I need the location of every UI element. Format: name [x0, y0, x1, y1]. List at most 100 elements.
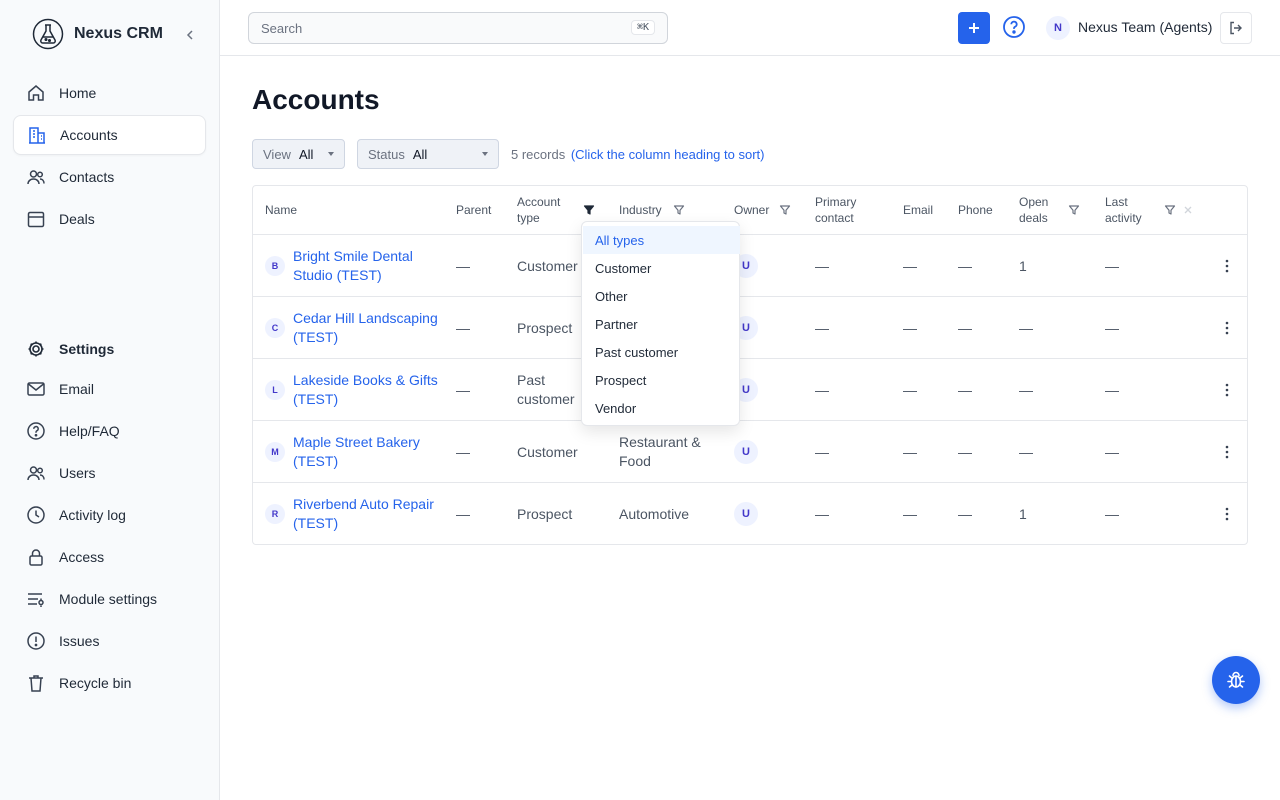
filter-icon[interactable] [1164, 204, 1176, 216]
records-info: 5 records (Click the column heading to s… [511, 147, 764, 162]
accounts-table: Name Parent Account type Industry Owner … [252, 185, 1248, 545]
caret-down-icon [328, 152, 334, 156]
records-count: 5 records [511, 147, 566, 162]
dropdown-option-other[interactable]: Other [583, 282, 740, 310]
help-icon [27, 422, 45, 440]
col-parent[interactable]: Parent [456, 186, 491, 234]
help-icon[interactable] [1002, 15, 1026, 39]
filter-icon[interactable] [779, 204, 791, 216]
add-button[interactable] [958, 12, 990, 44]
sidebar-item-deals[interactable]: Deals [13, 199, 206, 239]
cell-primary-contact: — [815, 505, 829, 522]
status-filter[interactable]: Status All [357, 139, 499, 169]
col-email[interactable]: Email [903, 186, 933, 234]
cell-primary-contact: — [815, 257, 829, 274]
sidebar-item-label: Activity log [59, 507, 126, 523]
page-title: Accounts [252, 84, 380, 115]
cell-industry: Automotive [619, 505, 690, 522]
cell-primary-contact: — [815, 319, 829, 336]
clear-filters-icon[interactable] [1182, 204, 1194, 216]
cell-last-activity: — [1105, 319, 1119, 336]
user-avatar[interactable]: N [1046, 16, 1070, 40]
cell-email: — [903, 381, 917, 398]
sidebar: Nexus CRM Home Accounts Contacts Deals S… [0, 0, 220, 800]
dropdown-option-vendor[interactable]: Vendor [583, 394, 740, 422]
dropdown-option-partner[interactable]: Partner [583, 310, 740, 338]
sidebar-item-label: Module settings [59, 591, 158, 607]
account-name-link[interactable]: Lakeside Books & Gifts (TEST) [293, 359, 443, 421]
col-open-deals[interactable]: Open deals [1019, 186, 1063, 234]
cell-phone: — [958, 257, 972, 274]
mail-icon [27, 382, 45, 396]
sidebar-item-contacts[interactable]: Contacts [13, 157, 206, 197]
col-phone[interactable]: Phone [958, 186, 993, 234]
table-row[interactable]: B Bright Smile Dental Studio (TEST) — Cu… [253, 235, 1247, 297]
bug-icon [1227, 671, 1245, 688]
flask-logo-icon [32, 18, 64, 50]
sliders-icon [28, 593, 44, 607]
search-box[interactable]: ⌘K [248, 12, 668, 44]
col-last-activity[interactable]: Last activity [1105, 186, 1155, 234]
table-row[interactable]: R Riverbend Auto Repair (TEST) — Prospec… [253, 483, 1247, 545]
row-menu-icon[interactable] [1219, 382, 1235, 398]
building-icon [29, 127, 45, 144]
sidebar-item-issues[interactable]: Issues [13, 621, 206, 661]
alert-icon [27, 632, 45, 650]
sidebar-item-activity-log[interactable]: Activity log [13, 495, 206, 535]
table-row[interactable]: C Cedar Hill Landscaping (TEST) — Prospe… [253, 297, 1247, 359]
account-name-link[interactable]: Riverbend Auto Repair (TEST) [293, 483, 443, 545]
filter-active-icon[interactable] [583, 204, 595, 216]
cell-primary-contact: — [815, 443, 829, 460]
sidebar-item-settings[interactable]: Settings [13, 329, 206, 369]
account-name-link[interactable]: Bright Smile Dental Studio (TEST) [293, 235, 443, 297]
col-name[interactable]: Name [265, 186, 297, 234]
table-row[interactable]: L Lakeside Books & Gifts (TEST) — Past c… [253, 359, 1247, 421]
user-name[interactable]: Nexus Team (Agents) [1078, 19, 1212, 35]
filter-icon[interactable] [673, 204, 685, 216]
sidebar-item-home[interactable]: Home [13, 73, 206, 113]
col-account-type[interactable]: Account type [517, 186, 579, 234]
filter-icon[interactable] [1068, 204, 1080, 216]
logout-button[interactable] [1220, 12, 1252, 44]
table-row[interactable]: M Maple Street Bakery (TEST) — Customer … [253, 421, 1247, 483]
brand[interactable]: Nexus CRM [32, 18, 163, 50]
dropdown-option-all-types[interactable]: All types [583, 226, 740, 254]
sidebar-item-accounts[interactable]: Accounts [13, 115, 206, 155]
row-menu-icon[interactable] [1219, 258, 1235, 274]
dropdown-option-past-customer[interactable]: Past customer [583, 338, 740, 366]
row-menu-icon[interactable] [1219, 444, 1235, 460]
sort-hint: (Click the column heading to sort) [570, 147, 765, 162]
row-menu-icon[interactable] [1219, 320, 1235, 336]
sidebar-item-users[interactable]: Users [13, 453, 206, 493]
cell-last-activity: — [1105, 505, 1119, 522]
sidebar-item-label: Email [59, 381, 95, 397]
row-menu-icon[interactable] [1219, 506, 1235, 522]
gear-icon [28, 341, 44, 357]
bug-report-button[interactable] [1212, 656, 1260, 704]
cell-open-deals: — [1019, 319, 1033, 336]
owner-avatar[interactable]: U [734, 440, 758, 464]
chevron-left-icon[interactable] [183, 28, 197, 42]
account-name-link[interactable]: Cedar Hill Landscaping (TEST) [293, 297, 443, 359]
search-shortcut: ⌘K [630, 20, 655, 35]
sidebar-item-help[interactable]: Help/FAQ [13, 411, 206, 451]
dropdown-option-customer[interactable]: Customer [583, 254, 740, 282]
search-input[interactable] [249, 13, 609, 43]
cell-last-activity: — [1105, 257, 1119, 274]
dropdown-option-prospect[interactable]: Prospect [583, 366, 740, 394]
account-name-link[interactable]: Maple Street Bakery (TEST) [293, 421, 443, 483]
sidebar-item-recycle-bin[interactable]: Recycle bin [13, 663, 206, 703]
status-filter-value: All [412, 146, 428, 162]
cell-account-type: Past customer [517, 372, 575, 407]
sidebar-item-label: Home [59, 85, 97, 101]
logout-icon [1230, 21, 1242, 35]
sidebar-item-access[interactable]: Access [13, 537, 206, 577]
sidebar-item-email[interactable]: Email [13, 369, 206, 409]
owner-avatar[interactable]: U [734, 502, 758, 526]
cell-open-deals: 1 [1019, 505, 1027, 522]
view-filter[interactable]: View All [252, 139, 345, 169]
cell-account-type: Prospect [517, 319, 573, 336]
sidebar-item-label: Help/FAQ [59, 423, 120, 439]
sidebar-item-module-settings[interactable]: Module settings [13, 579, 206, 619]
col-primary-contact[interactable]: Primary contact [815, 186, 877, 234]
